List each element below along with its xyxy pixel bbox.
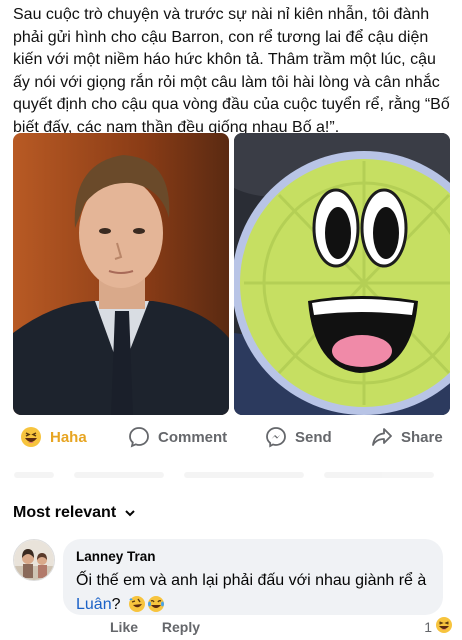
post-text: Sau cuộc trò chuyện và trước sự nài nỉ k…	[13, 6, 450, 136]
mention-link[interactable]: Luân	[76, 596, 112, 613]
rofl-emoji-icon	[128, 595, 146, 621]
comment-meta: Like Reply	[110, 619, 220, 635]
post-action-bar: Haha Comment Send Share	[0, 420, 462, 454]
comment-author[interactable]: Lanney Tran	[76, 548, 429, 565]
photo-lime-sticker[interactable]	[234, 133, 450, 415]
chevron-down-icon	[124, 509, 136, 517]
comment-label: Comment	[158, 428, 228, 446]
sort-label: Most relevant	[13, 504, 117, 521]
like-link[interactable]: Like	[110, 619, 138, 635]
reaction-count-number: 1	[424, 618, 432, 635]
faint-preview-strip	[14, 466, 444, 484]
post-photo-grid	[13, 133, 450, 415]
laughing-tears-emoji-icon	[147, 595, 165, 621]
send-button[interactable]: Send	[265, 424, 332, 450]
comment-bubble-icon	[128, 426, 150, 448]
messenger-icon	[265, 426, 287, 448]
comment-body: Ối thế em và anh lại phải đấu với nhau g…	[76, 569, 429, 621]
comment-text-part: Ối thế em và anh lại phải đấu với nhau g…	[76, 572, 427, 589]
comment-reaction-count[interactable]: 1	[424, 616, 453, 637]
avatar[interactable]	[13, 539, 55, 581]
share-label: Share	[401, 428, 443, 446]
comment-text-end: ?	[111, 596, 121, 613]
haha-label: Haha	[50, 428, 87, 446]
comment-bubble: Lanney Tran Ối thế em và anh lại phải đấ…	[63, 539, 443, 615]
haha-reaction-button[interactable]: Haha	[20, 424, 87, 450]
comment-button[interactable]: Comment	[128, 424, 227, 450]
send-label: Send	[295, 428, 332, 446]
share-arrow-icon	[371, 426, 393, 448]
reply-link[interactable]: Reply	[162, 619, 200, 635]
share-button[interactable]: Share	[371, 424, 443, 450]
haha-emoji-icon	[20, 426, 42, 448]
comment-sort-dropdown[interactable]: Most relevant	[13, 504, 136, 522]
haha-emoji-icon	[435, 616, 453, 637]
photo-young-man[interactable]	[13, 133, 229, 415]
